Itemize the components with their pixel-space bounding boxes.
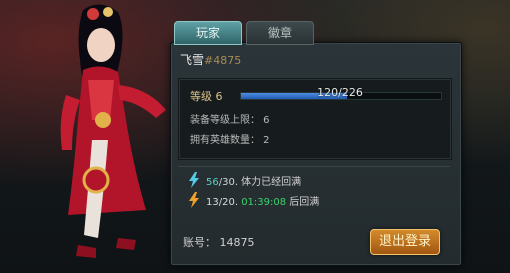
stamina-icon [189, 172, 199, 188]
level-label: 等级 6 [190, 90, 223, 103]
stamina-line: 56/30. 体力已经回满 [206, 173, 301, 188]
player-name-row: 飞雪#4875 [180, 51, 241, 68]
energy-timer: 01:39:08 [241, 197, 287, 208]
account-number: 账号： 14875 [183, 236, 255, 249]
stamina-text: /30. 体力已经回满 [218, 177, 302, 188]
stamina-value: 56 [206, 177, 219, 188]
xp-text: 120/226 [317, 86, 363, 99]
tab-badge[interactable]: 徽章 [246, 21, 314, 45]
player-id: #4875 [204, 54, 242, 67]
character-portrait [60, 4, 166, 258]
hero-count: 拥有英雄数量： 2 [190, 135, 270, 146]
logout-button[interactable]: 退出登录 [370, 229, 440, 255]
tab-player[interactable]: 玩家 [174, 21, 242, 45]
divider [178, 166, 450, 167]
energy-suffix: 后回满 [289, 197, 320, 208]
energy-icon [189, 192, 199, 208]
equip-level-cap: 装备等级上限： 6 [190, 115, 270, 126]
player-name: 飞雪 [180, 53, 205, 67]
energy-line: 13/20. 01:39:08 后回满 [206, 193, 319, 208]
energy-value: 13/20. [206, 197, 238, 208]
